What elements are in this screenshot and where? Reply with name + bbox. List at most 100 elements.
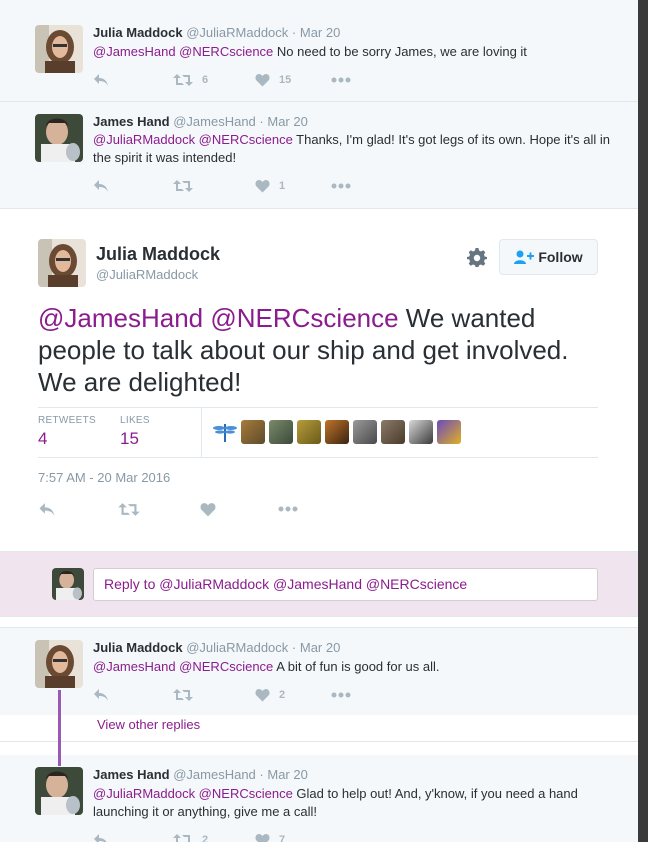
- mentions[interactable]: @JuliaRMaddock @NERCscience: [93, 786, 293, 801]
- retweet-button[interactable]: [118, 502, 200, 517]
- retweets-stat[interactable]: RETWEETS 4: [38, 415, 96, 449]
- tweet-header: James Hand @JamesHand · Mar 20: [93, 114, 308, 129]
- author-name[interactable]: Julia Maddock: [93, 25, 183, 40]
- more-icon: [331, 692, 351, 698]
- like-button[interactable]: 2: [255, 688, 331, 702]
- tweet-actions: 2 7: [93, 832, 331, 842]
- author-handle[interactable]: @JamesHand: [173, 767, 256, 782]
- avatar[interactable]: [35, 114, 83, 162]
- tweet-text: @JuliaRMaddock @NERCscience Glad to help…: [93, 786, 578, 819]
- reply-button[interactable]: [93, 833, 173, 842]
- retweet-icon: [173, 180, 193, 192]
- author-name[interactable]: Julia Maddock: [96, 244, 220, 265]
- gear-icon: [467, 248, 487, 267]
- author-handle[interactable]: @JuliaRMaddock: [96, 267, 198, 282]
- retweet-icon: [173, 689, 193, 701]
- liker-avatar[interactable]: [437, 420, 461, 444]
- reply-icon: [94, 74, 108, 86]
- likers-avatars: [213, 420, 461, 444]
- like-button[interactable]: 15: [255, 73, 331, 87]
- mentions[interactable]: @JamesHand @NERCscience: [93, 659, 273, 674]
- liker-avatar[interactable]: [381, 420, 405, 444]
- retweet-button[interactable]: [173, 688, 255, 702]
- retweet-icon: [173, 74, 193, 86]
- mentions[interactable]: @JamesHand @NERCscience: [93, 44, 273, 59]
- like-button[interactable]: 1: [255, 179, 331, 193]
- reply-button[interactable]: [93, 73, 173, 87]
- author-handle[interactable]: @JamesHand: [173, 114, 256, 129]
- heart-icon: [255, 180, 270, 193]
- more-button[interactable]: [331, 77, 351, 83]
- tweet-header: Julia Maddock @JuliaRMaddock · Mar 20: [93, 25, 341, 40]
- retweet-icon: [173, 834, 193, 842]
- author-handle[interactable]: @JuliaRMaddock: [186, 640, 288, 655]
- liker-avatar[interactable]: [409, 420, 433, 444]
- liker-avatar[interactable]: [297, 420, 321, 444]
- more-button[interactable]: [331, 183, 351, 189]
- retweet-icon: [118, 502, 140, 516]
- avatar[interactable]: [38, 239, 86, 287]
- author-name[interactable]: James Hand: [93, 767, 170, 782]
- thread-connector: [58, 690, 61, 766]
- tweet-actions: 1: [93, 178, 351, 194]
- view-other-replies-link[interactable]: View other replies: [97, 717, 200, 732]
- scrollbar[interactable]: [638, 0, 648, 842]
- tweet-date[interactable]: Mar 20: [300, 640, 340, 655]
- heart-icon: [200, 502, 216, 516]
- reply-icon: [94, 834, 107, 842]
- tweet-actions: 6 15: [93, 72, 351, 88]
- mentions[interactable]: @JuliaRMaddock @NERCscience: [93, 132, 293, 147]
- liker-avatar[interactable]: [353, 420, 377, 444]
- tweet-text: @JuliaRMaddock @NERCscience Thanks, I'm …: [93, 132, 610, 165]
- tweet-date[interactable]: Mar 20: [267, 767, 307, 782]
- tweet-date[interactable]: Mar 20: [300, 25, 340, 40]
- liker-avatar[interactable]: [213, 420, 237, 444]
- reply-button[interactable]: [93, 688, 173, 702]
- reply-button[interactable]: [38, 502, 118, 517]
- tweet-item[interactable]: James Hand @JamesHand · Mar 20 @JuliaRMa…: [0, 755, 638, 842]
- retweet-button[interactable]: 6: [173, 73, 255, 87]
- follow-button[interactable]: Follow: [499, 239, 598, 275]
- author-name[interactable]: Julia Maddock: [93, 640, 183, 655]
- author-handle[interactable]: @JuliaRMaddock: [186, 25, 288, 40]
- tweet-date[interactable]: Mar 20: [267, 114, 307, 129]
- more-button[interactable]: [278, 506, 298, 512]
- like-button[interactable]: [200, 502, 278, 517]
- author-name[interactable]: James Hand: [93, 114, 170, 129]
- avatar[interactable]: [35, 640, 83, 688]
- tweet-item[interactable]: Julia Maddock @JuliaRMaddock · Mar 20 @J…: [0, 0, 638, 101]
- conversation-page: Julia Maddock @JuliaRMaddock · Mar 20 @J…: [0, 0, 638, 842]
- more-button[interactable]: [331, 692, 351, 698]
- tweet-header: James Hand @JamesHand · Mar 20: [93, 767, 308, 782]
- reply-icon: [94, 689, 108, 701]
- mentions[interactable]: @JamesHand @NERCscience: [38, 303, 399, 333]
- retweet-button[interactable]: 2: [173, 833, 255, 842]
- settings-button[interactable]: [467, 247, 487, 272]
- tweet-header: Julia Maddock @JuliaRMaddock · Mar 20: [93, 640, 341, 655]
- tweet-item[interactable]: James Hand @JamesHand · Mar 20 @JuliaRMa…: [0, 102, 638, 208]
- more-icon: [278, 506, 298, 512]
- liker-avatar[interactable]: [325, 420, 349, 444]
- avatar[interactable]: [35, 767, 83, 815]
- heart-icon: [255, 834, 270, 842]
- tweet-timestamp[interactable]: 7:57 AM - 20 Mar 2016: [38, 470, 170, 485]
- reply-input[interactable]: Reply to @JuliaRMaddock @JamesHand @NERC…: [93, 568, 598, 601]
- like-button[interactable]: 7: [255, 833, 331, 842]
- tweet-actions: [38, 501, 298, 517]
- avatar[interactable]: [35, 25, 83, 73]
- liker-avatar[interactable]: [241, 420, 265, 444]
- current-user-avatar[interactable]: [52, 568, 84, 600]
- heart-icon: [255, 74, 270, 87]
- more-icon: [331, 77, 351, 83]
- tweet-item[interactable]: Julia Maddock @JuliaRMaddock · Mar 20 @J…: [0, 627, 638, 715]
- dragonfly-icon: [213, 424, 237, 442]
- likes-stat[interactable]: LIKES 15: [120, 415, 150, 449]
- retweet-button[interactable]: [173, 179, 255, 193]
- follow-person-icon: [514, 250, 535, 264]
- reply-icon: [94, 180, 108, 192]
- reply-bar: Reply to @JuliaRMaddock @JamesHand @NERC…: [0, 551, 638, 617]
- reply-button[interactable]: [93, 179, 173, 193]
- reply-icon: [39, 502, 55, 516]
- stats-divider: [201, 408, 202, 457]
- liker-avatar[interactable]: [269, 420, 293, 444]
